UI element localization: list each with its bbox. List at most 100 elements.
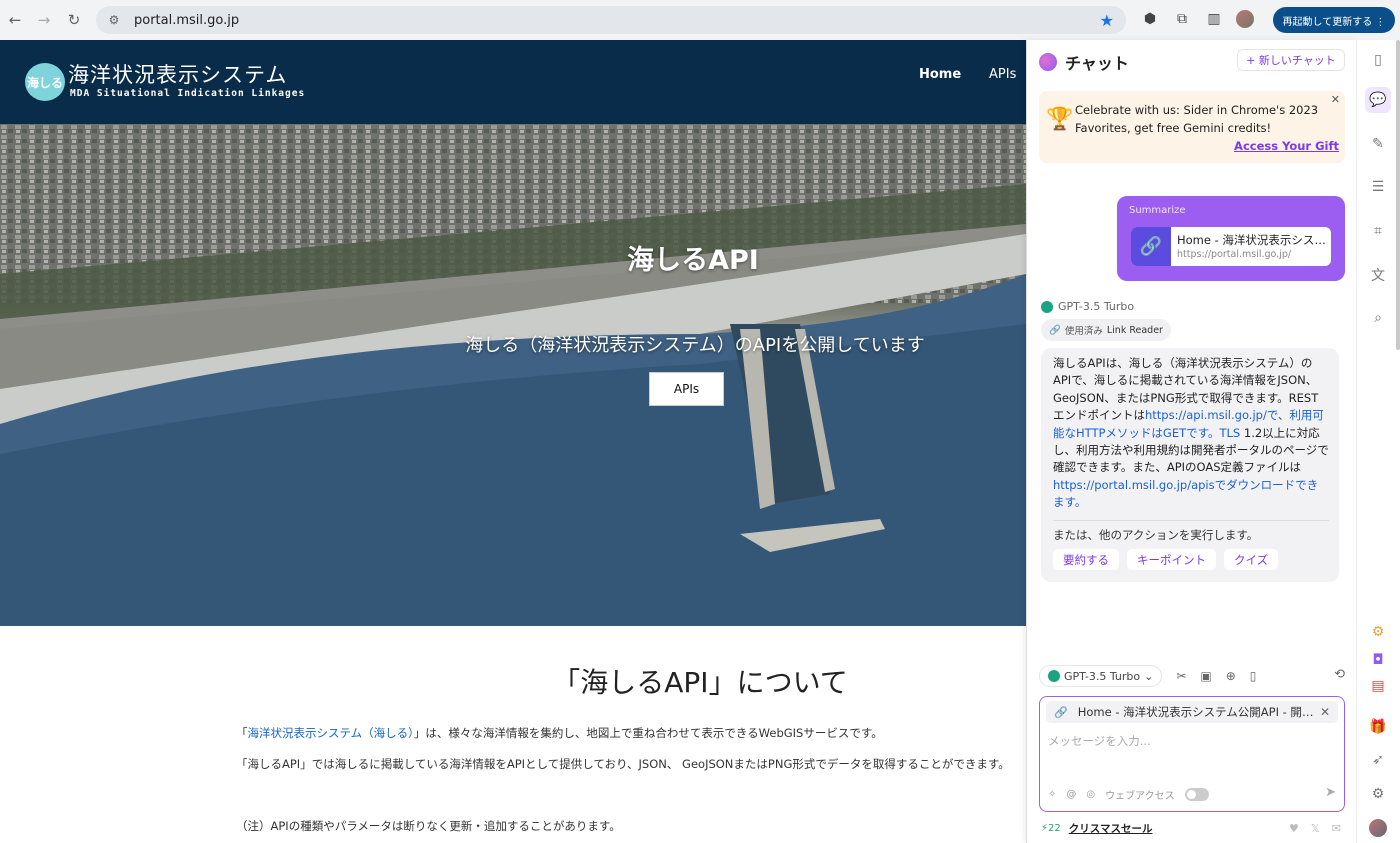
at-icon[interactable]: @: [1066, 789, 1076, 800]
scissors-icon[interactable]: ✂: [1176, 669, 1186, 683]
promo-text: Celebrate with us: Sider in Chrome's 202…: [1075, 103, 1319, 135]
site-logo-subtitle: MDA Situational Indication Linkages: [70, 88, 306, 99]
composer-model-name: GPT-3.5 Turbo: [1064, 669, 1141, 683]
close-icon[interactable]: ✕: [1320, 705, 1330, 719]
sider-title: チャット: [1065, 54, 1129, 73]
reload-icon[interactable]: ↻: [63, 9, 85, 31]
translate-icon[interactable]: 文: [1368, 265, 1388, 285]
bot-icon[interactable]: ◘: [1368, 650, 1388, 670]
link-icon: 🔗: [1054, 705, 1068, 719]
composer-toolbar: GPT-3.5 Turbo ⌄ ✂ ▣ ⊕ ▯ ⟲: [1039, 665, 1345, 687]
model-name: GPT-3.5 Turbo: [1058, 300, 1135, 313]
used-tool-pill: 🔗 使用済み Link Reader: [1041, 319, 1171, 341]
christmas-sale-link[interactable]: クリスマスセール: [1069, 821, 1153, 836]
brain-icon: [1039, 53, 1057, 71]
nav-apis-link[interactable]: APIs: [989, 67, 1016, 82]
composer-options: ✧ @ ◎ ウェブアクセス: [1048, 787, 1209, 802]
url-text: portal.msil.go.jp: [134, 12, 240, 28]
add-icon[interactable]: ⊕: [1226, 669, 1236, 683]
address-bar[interactable]: ⚙ portal.msil.go.jp ★: [96, 6, 1126, 34]
magic-icon[interactable]: ✧: [1048, 789, 1056, 800]
openai-icon: [1048, 670, 1060, 682]
send-icon[interactable]: ➤: [1325, 785, 1336, 800]
sider-side-rail: ▯ 💬 ✎ ☰ ⌗ 文 ⌕ ⚙ ◘ ▤ 🎁 ➶ ⚙: [1356, 40, 1400, 843]
site-logo-mark[interactable]: 海しる: [25, 63, 65, 101]
collapse-panel-icon[interactable]: ▯: [1368, 50, 1388, 70]
rocket-icon[interactable]: ➶: [1368, 750, 1388, 770]
gift-icon[interactable]: 🎁: [1368, 717, 1388, 737]
aerial-photo: [0, 124, 1026, 626]
link-title: Home - 海洋状況表示システム公開API: [1177, 233, 1327, 247]
oas-download-link[interactable]: https://portal.msil.go.jp/apisでダウンロードできま…: [1053, 478, 1318, 509]
summarize-label: Summarize: [1129, 205, 1186, 216]
puzzle-icon[interactable]: ⧉: [1172, 9, 1192, 29]
sider-header: チャット: [1039, 50, 1129, 74]
about-paragraph-2: 「海しるAPI」では海しるに掲載している海洋情報をAPIとして提供しており、JS…: [236, 757, 1010, 771]
attached-page-title: Home - 海洋状況表示システム公開API - 開発者ポータル: [1077, 705, 1318, 719]
msil-link[interactable]: 海洋状況表示システム（海しる）: [248, 726, 414, 740]
about-note: （注）APIの種類やパラメータは断りなく更新・追加することがあります。: [236, 819, 621, 833]
profile-avatar[interactable]: [1236, 10, 1254, 28]
action-buttons: 要約する キーポイント クイズ: [1053, 549, 1279, 570]
p1-pre: 「: [236, 726, 248, 740]
about-paragraph-1: 「海洋状況表示システム（海しる）」は、様々な海洋情報を集約し、地図上で重ね合わせ…: [236, 725, 883, 741]
answer-text: 海しるAPIは、海しる（海洋状況表示システム）のAPIで、海しるに掲載されている…: [1053, 355, 1329, 512]
openai-icon: [1041, 300, 1053, 313]
book-icon[interactable]: ▯: [1250, 669, 1257, 683]
x-social-icon[interactable]: 𝕏: [1311, 822, 1320, 835]
other-actions-text: または、他のアクションを実行します。: [1053, 528, 1259, 542]
access-gift-link[interactable]: Access Your Gift: [1234, 139, 1339, 153]
user-summarize-message: Summarize 🔗 Home - 海洋状況表示システム公開API https…: [1117, 196, 1345, 281]
history-icon[interactable]: ⟲: [1334, 667, 1345, 682]
close-icon[interactable]: ✕: [1331, 93, 1340, 106]
model-tag: GPT-3.5 Turbo: [1041, 300, 1134, 313]
model-selector[interactable]: GPT-3.5 Turbo ⌄: [1039, 665, 1163, 687]
page-scrollbar[interactable]: [1396, 40, 1400, 350]
ocr-icon[interactable]: ⌗: [1368, 221, 1388, 241]
relaunch-button[interactable]: 再起動して更新する ⋮: [1273, 7, 1395, 33]
avatar[interactable]: [1368, 818, 1388, 838]
used-prefix: 使用済み: [1064, 326, 1103, 337]
extension-icon[interactable]: ⬢: [1140, 9, 1160, 29]
link-card[interactable]: 🔗 Home - 海洋状況表示システム公開API https://portal.…: [1131, 227, 1331, 266]
search-icon[interactable]: ⌕: [1368, 308, 1388, 328]
link-url: https://portal.msil.go.jp/: [1177, 249, 1292, 260]
read-icon[interactable]: ☰: [1368, 177, 1388, 197]
trophy-icon: 🏆: [1046, 107, 1074, 132]
forward-icon[interactable]: →: [33, 9, 55, 31]
nav-home-link[interactable]: Home: [919, 67, 961, 82]
summarize-action-button[interactable]: 要約する: [1053, 549, 1119, 570]
message-input[interactable]: メッセージを入力...: [1048, 733, 1151, 749]
new-chat-button[interactable]: + 新しいチャット: [1237, 49, 1345, 71]
footer-icons: ♥ 𝕏 ✉: [1289, 822, 1341, 835]
attached-page-chip: 🔗 Home - 海洋状況表示システム公開API - 開発者ポータル ✕: [1046, 701, 1338, 723]
chat-icon[interactable]: 💬: [1365, 87, 1391, 113]
link-icon: 🔗: [1049, 324, 1061, 336]
heart-icon[interactable]: ♥: [1289, 822, 1299, 835]
bookmark-star-icon[interactable]: ★: [1100, 11, 1114, 30]
keypoints-action-button[interactable]: キーポイント: [1127, 549, 1216, 570]
tools-icon[interactable]: ⚙: [1368, 622, 1388, 642]
assistant-answer: 海しるAPIは、海しる（海洋状況表示システム）のAPIで、海しるに掲載されている…: [1041, 348, 1339, 582]
used-tool: Link Reader: [1106, 324, 1163, 336]
site-logo-title[interactable]: 海洋状況表示システム: [68, 59, 287, 89]
side-panel-icon[interactable]: ▥: [1204, 9, 1224, 29]
hero-apis-button[interactable]: APIs: [649, 372, 724, 406]
settings-icon[interactable]: ⚙: [1368, 784, 1388, 804]
web-access-label: ウェブアクセス: [1105, 791, 1175, 802]
link-icon: 🔗: [1131, 227, 1171, 266]
web-access-toggle[interactable]: [1184, 788, 1209, 801]
mail-icon[interactable]: ✉: [1332, 822, 1341, 835]
pdf-icon[interactable]: ▤: [1368, 676, 1388, 696]
browser-toolbar: ← → ↻ ⚙ portal.msil.go.jp ★ ⬢ ⧉ ▥ 再起動して更…: [0, 0, 1400, 40]
site-settings-icon[interactable]: ⚙: [106, 12, 122, 28]
hero-banner: 海しるAPI 海しる（海洋状況表示システム）のAPIを公開しています APIs: [0, 124, 1026, 626]
back-icon[interactable]: ←: [4, 9, 26, 31]
credits-count[interactable]: ⚡22: [1041, 823, 1061, 834]
divider: [1053, 520, 1329, 521]
quiz-action-button[interactable]: クイズ: [1224, 549, 1279, 570]
message-composer: 🔗 Home - 海洋状況表示システム公開API - 開発者ポータル ✕ メッセ…: [1039, 696, 1345, 812]
image-icon[interactable]: ▣: [1200, 669, 1211, 683]
write-icon[interactable]: ✎: [1368, 134, 1388, 154]
p1-post: 」は、様々な海洋情報を集約し、地図上で重ね合わせて表示できるWebGISサービス…: [413, 726, 883, 740]
